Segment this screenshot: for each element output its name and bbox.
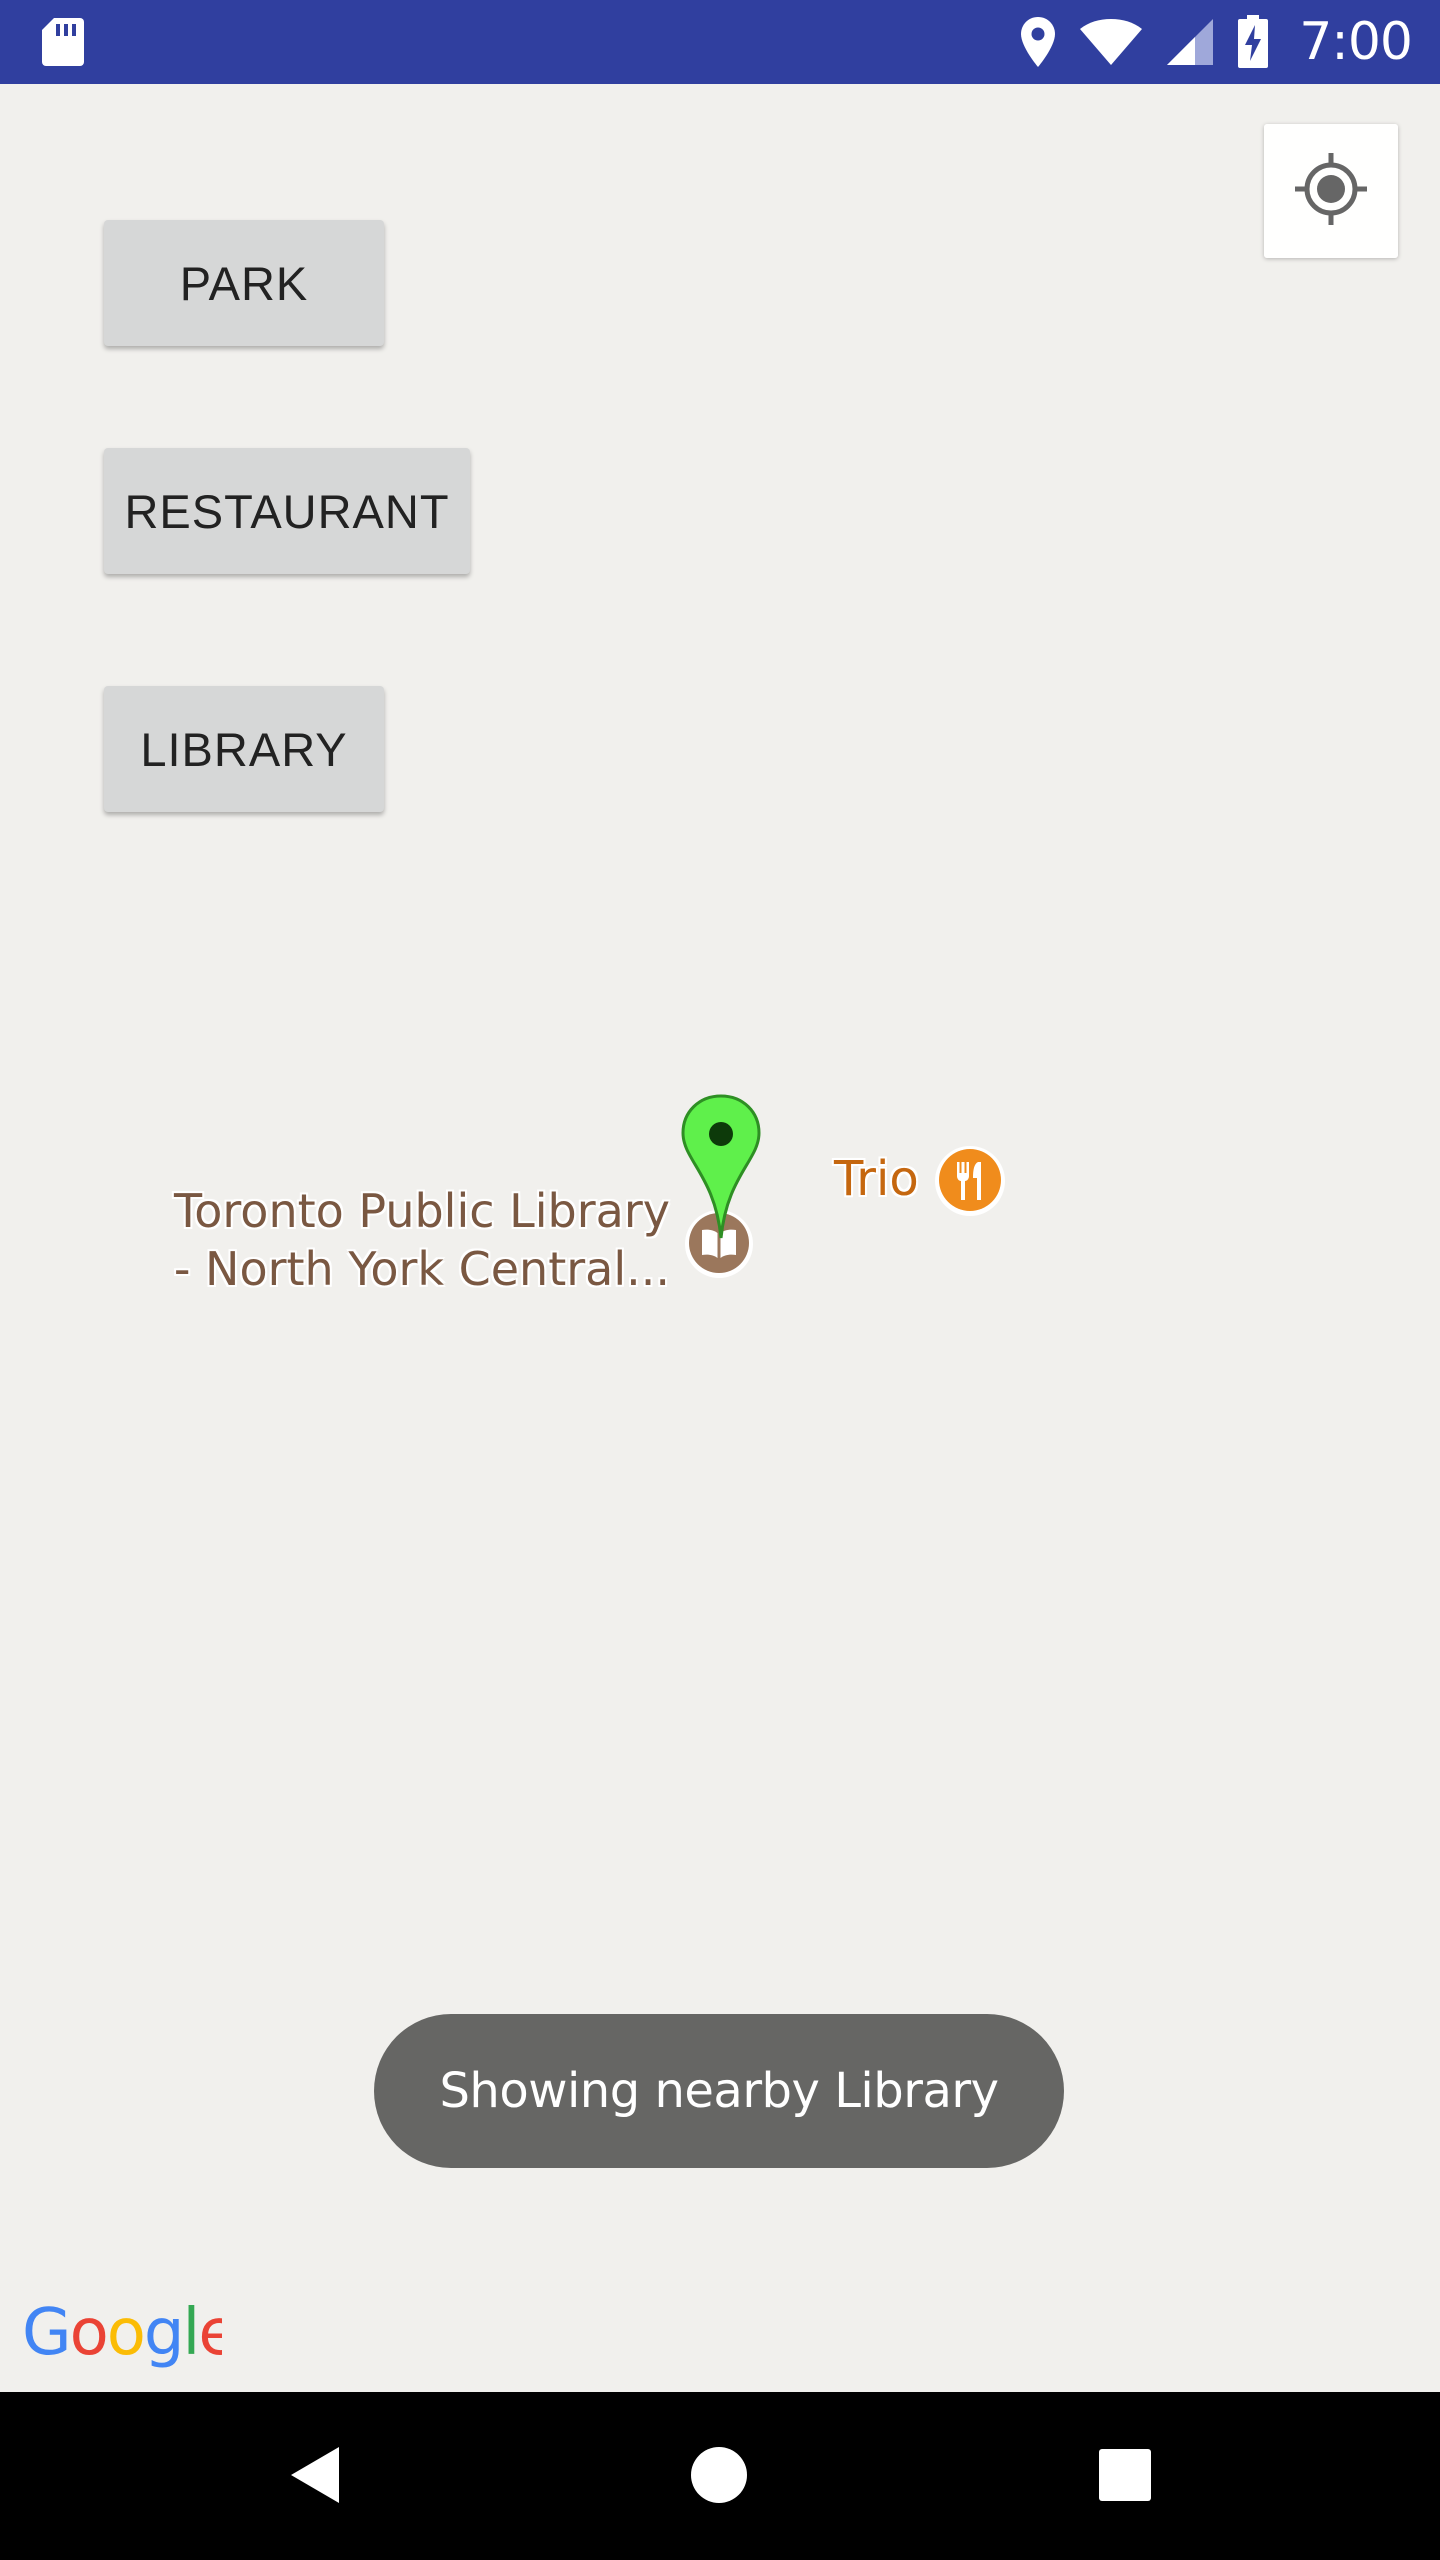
my-location-button[interactable] xyxy=(1264,124,1398,258)
map-pin-icon[interactable] xyxy=(678,1092,764,1247)
park-button[interactable]: PARK xyxy=(104,220,384,346)
library-poi-line1: Toronto Public Library xyxy=(173,1184,670,1238)
back-icon xyxy=(285,2443,345,2512)
toast-message: Showing nearby Library xyxy=(374,2014,1064,2168)
location-icon xyxy=(1019,15,1057,69)
recents-icon xyxy=(1097,2447,1153,2508)
home-button[interactable] xyxy=(674,2432,764,2522)
battery-charging-icon xyxy=(1237,15,1269,69)
recents-button[interactable] xyxy=(1080,2432,1170,2522)
google-logo: Google xyxy=(22,2294,222,2374)
library-button[interactable]: LIBRARY xyxy=(104,686,384,812)
signal-icon xyxy=(1165,17,1215,67)
fork-knife-icon[interactable] xyxy=(932,1142,1008,1223)
my-location-icon xyxy=(1291,149,1371,234)
status-bar: 7:00 xyxy=(0,0,1440,84)
svg-text:Google: Google xyxy=(22,2296,222,2370)
library-poi-line2: - North York Central... xyxy=(173,1242,670,1296)
back-button[interactable] xyxy=(270,2432,360,2522)
wifi-icon xyxy=(1079,17,1143,67)
sd-card-icon xyxy=(40,16,86,68)
trio-poi-label[interactable]: Trio xyxy=(834,1150,919,1208)
navigation-bar xyxy=(0,2392,1440,2560)
library-poi-label[interactable]: Toronto Public Library - North York Cent… xyxy=(150,1182,670,1298)
home-icon xyxy=(689,2445,749,2510)
status-time: 7:00 xyxy=(1299,12,1413,72)
restaurant-button[interactable]: RESTAURANT xyxy=(104,448,470,574)
